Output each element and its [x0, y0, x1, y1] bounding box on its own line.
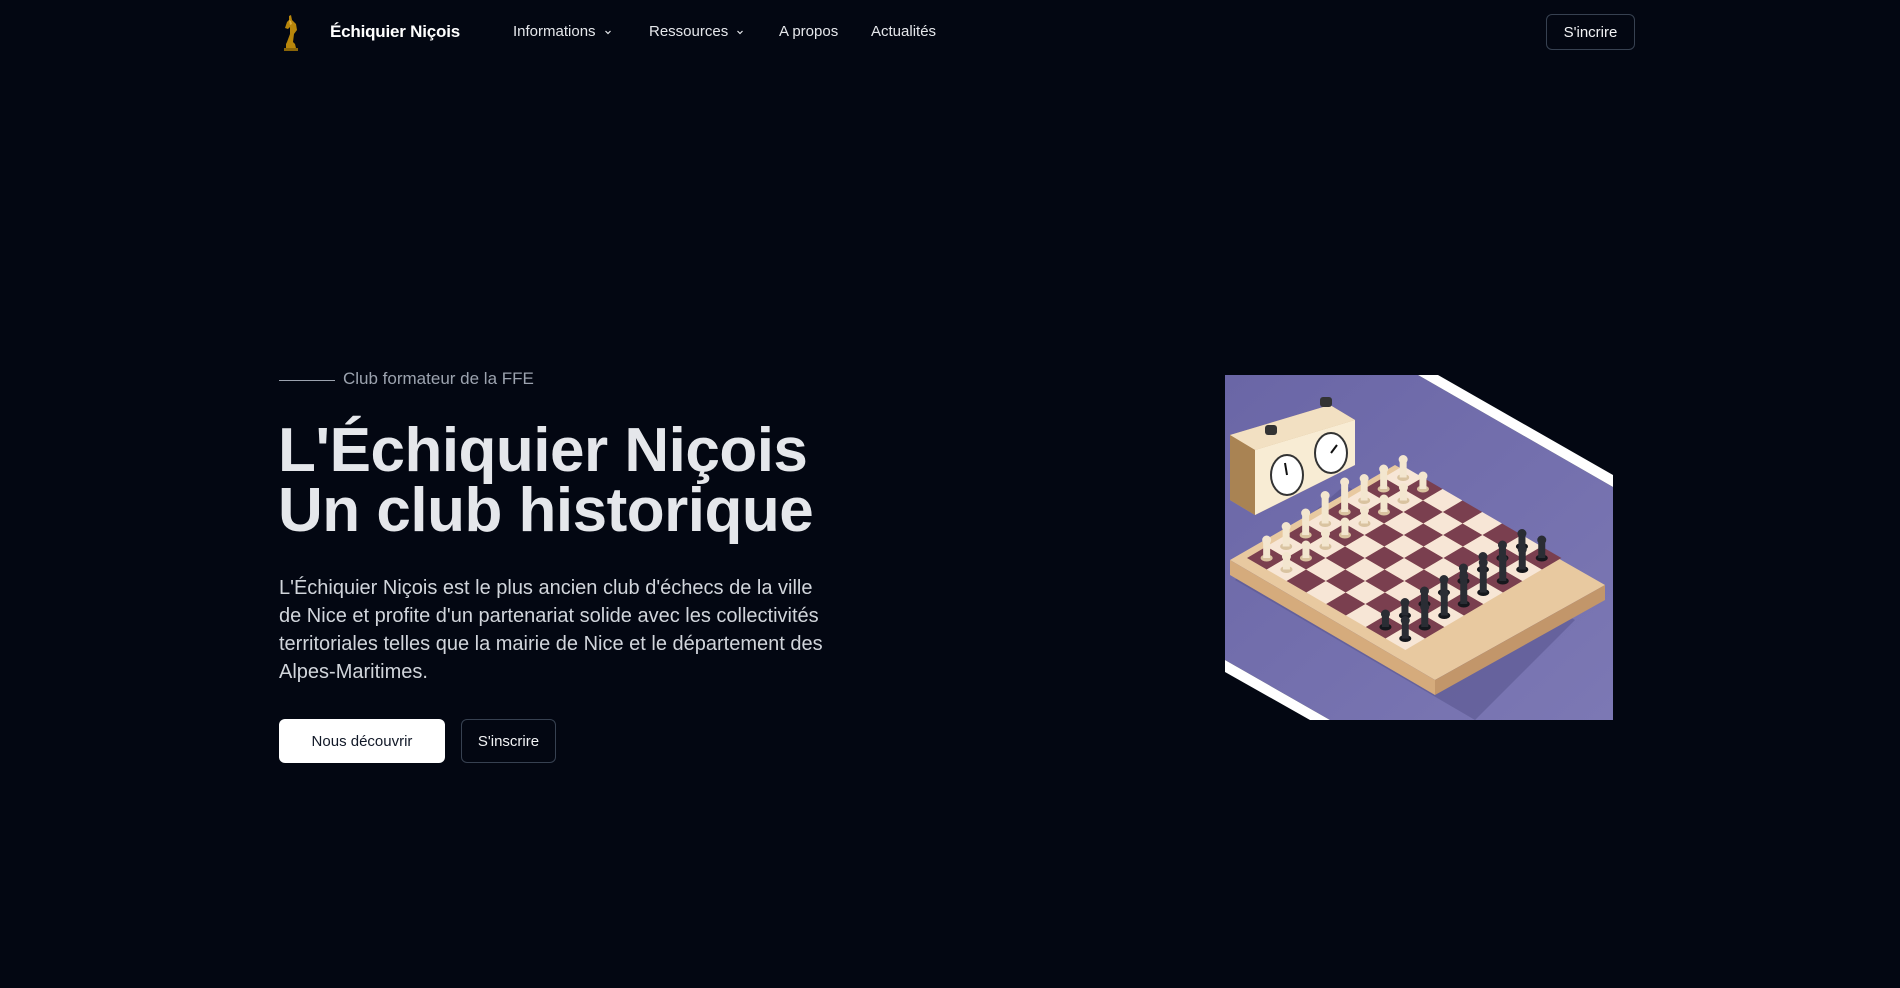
chess-logo-icon[interactable]	[280, 12, 302, 52]
nav-actualites-label: Actualités	[871, 23, 937, 40]
site-header: Échiquier Niçois Informations Ressources…	[0, 0, 1900, 64]
hero-description: L'Échiquier Niçois est le plus ancien cl…	[279, 577, 823, 683]
nav-ressources[interactable]: Ressources	[649, 23, 745, 40]
chessboard-illustration	[1225, 375, 1613, 720]
signup-button[interactable]: S'inscrire	[461, 719, 556, 763]
nav-ressources-label: Ressources	[649, 23, 729, 40]
eyebrow-text: Club formateur de la FFE	[343, 369, 534, 388]
nav-actualites[interactable]: Actualités	[871, 23, 936, 40]
discover-button[interactable]: Nous découvrir	[279, 719, 445, 763]
brand-name[interactable]: Échiquier Niçois	[330, 22, 460, 42]
nav-a-propos[interactable]: A propos	[779, 23, 838, 40]
eyebrow-divider	[279, 380, 335, 381]
nav-informations[interactable]: Informations	[513, 23, 613, 40]
hero-title-line-2: Un club historique	[278, 476, 814, 545]
hero-title: L'Échiquier Niçois Un club historique	[278, 416, 814, 545]
nav-a-propos-label: A propos	[779, 23, 839, 40]
chevron-down-icon	[737, 30, 744, 34]
hero-title-line-1: L'Échiquier Niçois	[278, 416, 808, 485]
header-signup-button[interactable]: S'incrire	[1546, 14, 1635, 50]
nav-informations-label: Informations	[513, 23, 596, 40]
hero-eyebrow: Club formateur de la FFE	[279, 369, 534, 389]
chevron-down-icon	[604, 30, 611, 34]
